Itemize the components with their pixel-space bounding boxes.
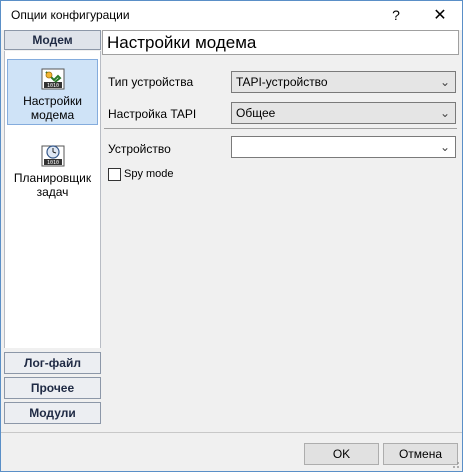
device-type-value: TAPI-устройство xyxy=(236,75,328,89)
ok-button[interactable]: OK xyxy=(304,443,379,465)
device-select[interactable]: ⌄ xyxy=(231,136,456,158)
tapi-setting-label: Настройка TAPI xyxy=(108,107,197,121)
nav-group-modem[interactable]: Модем xyxy=(4,30,101,50)
window-title: Опции конфигурации xyxy=(11,8,130,22)
nav-panel: 1010 Настройки модема 1010 Планировщик з… xyxy=(4,51,101,348)
scheduler-clock-icon: 1010 xyxy=(41,145,64,167)
nav-item-scheduler[interactable]: 1010 Планировщик задач xyxy=(7,137,98,203)
nav-item-label: Настройки модема xyxy=(23,94,82,122)
footer-divider xyxy=(1,432,462,433)
config-options-window: Опции конфигурации ? ✕ Модем 1010 Настро… xyxy=(0,0,463,472)
close-button[interactable]: ✕ xyxy=(418,1,462,30)
modem-settings-icon: 1010 xyxy=(41,68,64,90)
resize-grip-icon[interactable] xyxy=(450,459,460,469)
section-divider xyxy=(104,128,457,129)
svg-text:1010: 1010 xyxy=(46,160,58,166)
tapi-setting-value: Общее xyxy=(236,106,276,120)
svg-text:1010: 1010 xyxy=(46,83,58,89)
chevron-down-icon: ⌄ xyxy=(439,106,450,120)
chevron-down-icon: ⌄ xyxy=(439,140,450,154)
spy-mode-label: Spy mode xyxy=(124,168,174,180)
tapi-setting-select[interactable]: Общее ⌄ xyxy=(231,102,456,124)
help-button[interactable]: ? xyxy=(374,1,418,30)
title-bar: Опции конфигурации ? ✕ xyxy=(1,1,462,30)
nav-group-modules[interactable]: Модули xyxy=(4,402,101,424)
chevron-down-icon: ⌄ xyxy=(439,75,450,89)
nav-item-label: Планировщик задач xyxy=(13,171,92,199)
device-type-label: Тип устройства xyxy=(108,75,194,89)
device-label: Устройство xyxy=(108,142,171,156)
spy-mode-checkbox[interactable] xyxy=(108,168,121,181)
cancel-button[interactable]: Отмена xyxy=(383,443,458,465)
nav-item-modem-settings[interactable]: 1010 Настройки модема xyxy=(7,59,98,125)
nav-group-other[interactable]: Прочее xyxy=(4,377,101,399)
device-type-select[interactable]: TAPI-устройство ⌄ xyxy=(231,71,456,93)
nav-group-logfile[interactable]: Лог-файл xyxy=(4,352,101,374)
page-title: Настройки модема xyxy=(102,30,459,55)
